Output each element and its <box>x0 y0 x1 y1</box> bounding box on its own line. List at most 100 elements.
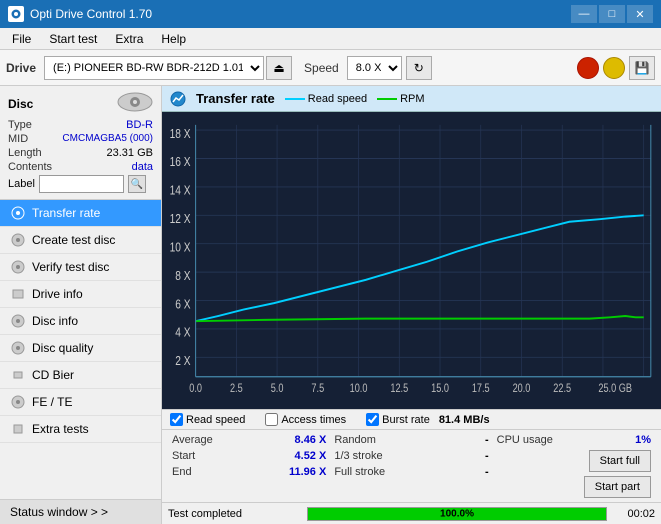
cpu-label: CPU usage <box>497 434 553 446</box>
full-stroke-value: - <box>485 466 489 478</box>
menu-bar: File Start test Extra Help <box>0 28 661 50</box>
verify-disc-icon <box>10 259 26 275</box>
stats-col-3: CPU usage 1% Start full Start part <box>493 433 655 499</box>
nav-section: Transfer rate Create test disc Verify te… <box>0 200 161 499</box>
menu-start-test[interactable]: Start test <box>41 30 105 48</box>
drive-info-icon <box>10 286 26 302</box>
save-button[interactable]: 💾 <box>629 56 655 80</box>
create-disc-icon <box>10 232 26 248</box>
chart-svg: 18 X 16 X 14 X 12 X 10 X 8 X 6 X 4 X 2 X <box>162 112 661 409</box>
start-part-button[interactable]: Start part <box>584 476 651 498</box>
read-speed-legend-label: Read speed <box>308 93 367 105</box>
eject-button[interactable]: ⏏ <box>266 56 292 80</box>
end-label: End <box>172 466 192 478</box>
transfer-rate-icon <box>10 205 26 221</box>
svg-text:10 X: 10 X <box>170 240 191 254</box>
svg-text:16 X: 16 X <box>170 155 191 169</box>
nav-extra-tests-label: Extra tests <box>32 422 89 436</box>
maximize-button[interactable]: □ <box>599 5 625 23</box>
full-stroke-label: Full stroke <box>334 466 385 478</box>
length-label: Length <box>8 147 42 159</box>
time-display: 00:02 <box>615 508 655 520</box>
status-window-label: Status window > > <box>10 505 108 519</box>
checkboxes-row: Read speed Access times Burst rate 81.4 … <box>162 410 661 430</box>
fe-te-icon <box>10 394 26 410</box>
svg-text:4 X: 4 X <box>175 326 190 340</box>
svg-text:20.0: 20.0 <box>513 383 531 395</box>
nav-fe-te-label: FE / TE <box>32 395 72 409</box>
one-third-label: 1/3 stroke <box>334 450 382 462</box>
yellow-btn[interactable] <box>603 57 625 79</box>
start-label: Start <box>172 450 195 462</box>
svg-text:12 X: 12 X <box>170 212 191 226</box>
length-value: 23.31 GB <box>107 147 153 159</box>
stats-col-2: Random - 1/3 stroke - Full stroke - <box>330 433 492 499</box>
cpu-value: 1% <box>635 434 651 446</box>
main-content: Disc Type BD-R MID CMCMAGBA5 (000) Lengt… <box>0 86 661 524</box>
rpm-legend: RPM <box>377 93 424 105</box>
app-icon <box>8 6 24 22</box>
menu-file[interactable]: File <box>4 30 39 48</box>
one-third-value: - <box>485 450 489 462</box>
speed-select[interactable]: 8.0 X <box>347 56 402 80</box>
label-browse-button[interactable]: 🔍 <box>128 175 146 193</box>
nav-cd-bier-label: CD Bier <box>32 368 74 382</box>
nav-cd-bier[interactable]: CD Bier <box>0 362 161 389</box>
refresh-button[interactable]: ↻ <box>406 56 432 80</box>
burst-rate-checkbox[interactable] <box>366 413 379 426</box>
chart-header: Transfer rate Read speed RPM <box>162 86 661 112</box>
nav-disc-quality-label: Disc quality <box>32 341 93 355</box>
nav-extra-tests[interactable]: Extra tests <box>0 416 161 443</box>
cd-bier-icon <box>10 367 26 383</box>
nav-disc-info[interactable]: Disc info <box>0 308 161 335</box>
app-title: Opti Drive Control 1.70 <box>30 7 152 21</box>
status-text: Test completed <box>168 508 299 520</box>
read-speed-cb-label: Read speed <box>186 414 245 426</box>
svg-text:10.0: 10.0 <box>350 383 368 395</box>
svg-text:22.5: 22.5 <box>553 383 571 395</box>
end-value: 11.96 X <box>289 466 326 478</box>
minimize-button[interactable]: — <box>571 5 597 23</box>
label-input[interactable] <box>39 175 124 193</box>
progress-label: 100.0% <box>440 508 474 519</box>
drive-label: Drive <box>6 61 36 75</box>
svg-text:5.0: 5.0 <box>271 383 284 395</box>
nav-verify-test-disc[interactable]: Verify test disc <box>0 254 161 281</box>
read-speed-checkbox[interactable] <box>170 413 183 426</box>
drive-select[interactable]: (E:) PIONEER BD-RW BDR-212D 1.01 <box>44 56 264 80</box>
nav-transfer-rate-label: Transfer rate <box>32 206 100 220</box>
average-value: 8.46 X <box>295 434 327 446</box>
access-times-cb-label: Access times <box>281 414 346 426</box>
toolbar: Drive (E:) PIONEER BD-RW BDR-212D 1.01 ⏏… <box>0 50 661 86</box>
progress-container: 100.0% <box>307 507 607 521</box>
start-full-button[interactable]: Start full <box>589 450 651 472</box>
nav-fe-te[interactable]: FE / TE <box>0 389 161 416</box>
disc-icon <box>117 92 153 115</box>
nav-drive-info[interactable]: Drive info <box>0 281 161 308</box>
rpm-color <box>377 98 397 100</box>
nav-disc-quality[interactable]: Disc quality <box>0 335 161 362</box>
type-label: Type <box>8 119 32 131</box>
menu-help[interactable]: Help <box>153 30 194 48</box>
svg-text:2.5: 2.5 <box>230 383 243 395</box>
status-window-button[interactable]: Status window > > <box>0 499 161 524</box>
access-times-checkbox[interactable] <box>265 413 278 426</box>
speed-label: Speed <box>304 61 339 75</box>
mid-value: CMCMAGBA5 (000) <box>62 133 153 145</box>
nav-create-test-disc[interactable]: Create test disc <box>0 227 161 254</box>
read-speed-color <box>285 98 305 100</box>
close-button[interactable]: ✕ <box>627 5 653 23</box>
menu-extra[interactable]: Extra <box>107 30 151 48</box>
svg-text:15.0: 15.0 <box>431 383 449 395</box>
nav-transfer-rate[interactable]: Transfer rate <box>0 200 161 227</box>
start-value: 4.52 X <box>295 450 327 462</box>
disc-quality-icon <box>10 340 26 356</box>
stats-col-1: Average 8.46 X Start 4.52 X End 11.96 X <box>168 433 330 499</box>
svg-text:12.5: 12.5 <box>390 383 408 395</box>
stats-grid: Average 8.46 X Start 4.52 X End 11.96 X <box>162 430 661 502</box>
burst-rate-cb-label: Burst rate <box>382 414 430 426</box>
red-btn[interactable] <box>577 57 599 79</box>
chart-title: Transfer rate <box>196 91 275 106</box>
svg-text:2 X: 2 X <box>175 354 190 368</box>
svg-text:17.5: 17.5 <box>472 383 490 395</box>
